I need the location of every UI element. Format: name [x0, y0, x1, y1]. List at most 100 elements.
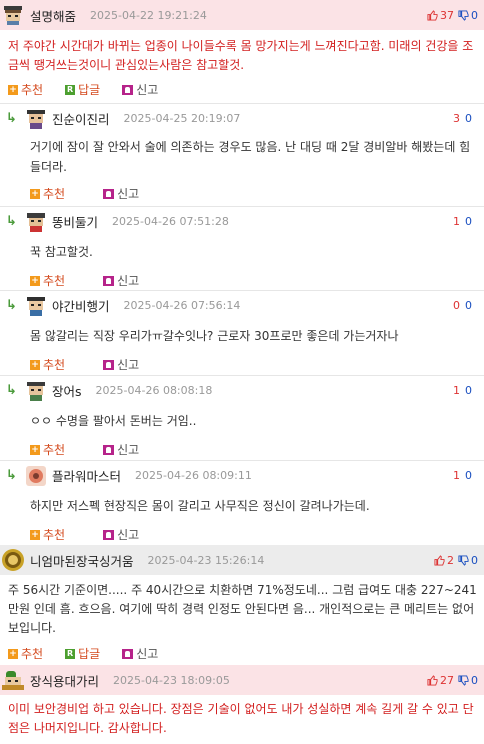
- report-button[interactable]: 신고: [103, 272, 139, 289]
- thumb-up-icon: [427, 9, 438, 21]
- author-nickname[interactable]: 설명해줌: [30, 6, 76, 25]
- r-icon: R: [65, 648, 76, 659]
- downvote-count[interactable]: 0: [465, 299, 472, 312]
- vote-counter: 2 0: [434, 545, 478, 575]
- upvote-count[interactable]: 3: [453, 112, 460, 125]
- recommend-button[interactable]: + 추천: [8, 645, 43, 662]
- recommend-button[interactable]: + 추천: [30, 356, 65, 373]
- thumb-down-icon: [458, 9, 469, 21]
- reply-actions: + 추천 신고: [30, 526, 177, 543]
- downvote-count[interactable]: 0: [465, 469, 472, 482]
- report-button[interactable]: 신고: [103, 441, 139, 458]
- plus-icon: +: [30, 275, 40, 286]
- recommend-button[interactable]: + 추천: [30, 185, 65, 202]
- comment-date: 2025-04-22 19:21:24: [90, 8, 207, 22]
- report-button[interactable]: 신고: [122, 81, 158, 98]
- author-nickname[interactable]: 똥비둘기: [52, 212, 98, 231]
- upvote-count[interactable]: 1: [453, 215, 460, 228]
- reply-date: 2025-04-26 08:09:11: [135, 469, 252, 482]
- avatar[interactable]: [26, 109, 46, 129]
- avatar[interactable]: [26, 296, 46, 316]
- downvote-count[interactable]: 0: [465, 112, 472, 125]
- siren-icon: [103, 529, 115, 540]
- recommend-label: 추천: [43, 528, 66, 542]
- siren-icon: [103, 188, 115, 199]
- avatar[interactable]: [26, 465, 46, 486]
- recommend-label: 추천: [21, 83, 44, 97]
- plus-icon: +: [30, 359, 40, 370]
- siren-icon: [103, 275, 115, 286]
- siren-icon: [103, 359, 115, 370]
- plus-icon: +: [30, 444, 40, 455]
- comment-body: 이미 보안경비업 하고 있습니다. 장점은 기술이 없어도 내가 성실하면 계속…: [8, 702, 474, 735]
- upvote-button[interactable]: 37: [427, 9, 454, 22]
- author-nickname[interactable]: 야간비행기: [52, 296, 110, 315]
- reply-header: ↳ 야간비행기 2025-04-26 07:56:14 0 0: [0, 290, 484, 320]
- thumb-down-icon: [458, 674, 469, 686]
- comment-date: 2025-04-23 15:26:14: [147, 553, 265, 567]
- reply-header: ↳ 진순이진리 2025-04-25 20:19:07 3 0: [0, 103, 484, 133]
- reply: ↳ 야간비행기 2025-04-26 07:56:14 0 0 몸 않갈리는 직…: [0, 290, 484, 373]
- siren-icon: [103, 444, 115, 455]
- report-button[interactable]: 신고: [103, 356, 139, 373]
- recommend-button[interactable]: + 추천: [30, 272, 65, 289]
- siren-icon: [122, 648, 134, 659]
- recommend-button[interactable]: + 추천: [8, 81, 43, 98]
- report-button[interactable]: 신고: [103, 526, 139, 543]
- upvote-count[interactable]: 1: [453, 384, 460, 397]
- reply-date: 2025-04-26 07:56:14: [123, 299, 241, 312]
- reply-date: 2025-04-25 20:19:07: [123, 112, 241, 125]
- recommend-label: 추천: [43, 443, 66, 457]
- author-nickname[interactable]: 장어s: [52, 381, 82, 400]
- report-button[interactable]: 신고: [103, 185, 139, 202]
- comment-actions: + 추천 R 답글 신고: [8, 645, 180, 662]
- vote-counter: 37 0: [427, 0, 478, 30]
- downvote-count[interactable]: 0: [465, 215, 472, 228]
- reply-actions: + 추천 신고: [30, 441, 177, 458]
- thumb-up-icon: [427, 674, 438, 686]
- vote-counter: 1 0: [453, 207, 472, 236]
- author-nickname[interactable]: 니엄마된장국싱거움: [30, 551, 134, 570]
- avatar[interactable]: [26, 212, 46, 232]
- downvote-count: 0: [471, 8, 478, 22]
- reply-date: 2025-04-26 08:08:18: [95, 384, 213, 397]
- downvote-count: 0: [471, 553, 478, 567]
- reply-actions: + 추천 신고: [30, 185, 177, 202]
- report-label: 신고: [136, 83, 159, 97]
- reply-button[interactable]: R 답글: [65, 645, 100, 662]
- comment-body: 주 56시간 기준이면..... 주 40시간으로 치환하면 71%정도네...…: [8, 583, 477, 635]
- downvote-button[interactable]: 0: [458, 554, 478, 567]
- plus-icon: +: [30, 188, 40, 199]
- upvote-count: 37: [440, 8, 454, 22]
- recommend-button[interactable]: + 추천: [30, 441, 65, 458]
- report-label: 신고: [117, 274, 140, 288]
- author-nickname[interactable]: 진순이진리: [52, 109, 110, 128]
- avatar[interactable]: [2, 669, 24, 691]
- author-nickname[interactable]: 플라워마스터: [52, 466, 121, 485]
- upvote-count[interactable]: 0: [453, 299, 460, 312]
- recommend-button[interactable]: + 추천: [30, 526, 65, 543]
- avatar[interactable]: [2, 549, 24, 571]
- reply-button[interactable]: R 답글: [65, 81, 100, 98]
- upvote-count[interactable]: 1: [453, 469, 460, 482]
- downvote-button[interactable]: 0: [458, 9, 478, 22]
- comment-date: 2025-04-23 18:09:05: [113, 673, 230, 687]
- report-button[interactable]: 신고: [122, 645, 158, 662]
- plus-icon: +: [8, 648, 18, 659]
- downvote-button[interactable]: 0: [458, 674, 478, 687]
- avatar[interactable]: [2, 4, 24, 26]
- upvote-button[interactable]: 2: [434, 554, 454, 567]
- recommend-label: 추천: [43, 274, 66, 288]
- reply-header: ↳ 장어s 2025-04-26 08:08:18 1 0: [0, 375, 484, 405]
- upvote-button[interactable]: 27: [427, 674, 454, 687]
- comment-header: 장식용대가리 2025-04-23 18:09:05 27 0: [0, 665, 484, 695]
- author-nickname[interactable]: 장식용대가리: [30, 671, 99, 690]
- reply-body: 거기에 잠이 잘 안와서 술에 의존하는 경우도 많음. 난 대딩 때 2달 경…: [30, 140, 471, 174]
- downvote-count[interactable]: 0: [465, 384, 472, 397]
- downvote-count: 0: [471, 673, 478, 687]
- reply-arrow-icon: ↳: [6, 383, 17, 398]
- vote-counter: 0 0: [453, 291, 472, 320]
- comment: 설명해줌 2025-04-22 19:21:24 37 0 저 주야간 시간대가…: [0, 0, 484, 100]
- avatar[interactable]: [26, 381, 46, 401]
- vote-counter: 1 0: [453, 376, 472, 405]
